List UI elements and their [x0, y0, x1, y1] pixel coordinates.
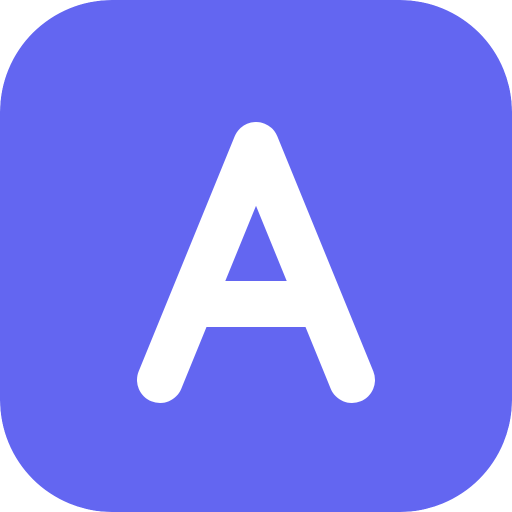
app-icon: A — [0, 0, 512, 512]
